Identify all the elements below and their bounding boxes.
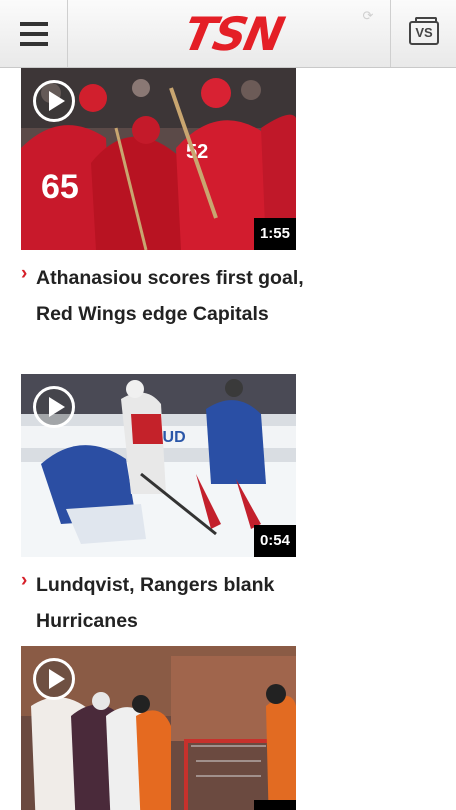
vs-icon: VS [409, 17, 439, 45]
headline-text: Athanasiou scores first goal, Red Wings … [36, 267, 304, 325]
video-duration: 0:54 [253, 525, 296, 557]
video-card[interactable]: 0:40 [21, 646, 296, 810]
menu-icon [20, 22, 48, 26]
video-duration: 0:40 [253, 800, 296, 810]
tsn-logo[interactable]: TSN [167, 7, 298, 61]
play-icon[interactable] [33, 386, 75, 428]
chevron-right-icon: › [21, 570, 28, 591]
logo-text: TSN [178, 7, 288, 61]
sync-icon: ⟳ [362, 8, 374, 23]
vs-label: VS [415, 25, 433, 40]
video-headline[interactable]: › Lundqvist, Rangers blank Hurricanes [21, 567, 301, 639]
top-bar: TSN ⟳ VS [0, 0, 456, 68]
vs-button[interactable]: VS [390, 0, 456, 67]
play-icon[interactable] [33, 658, 75, 700]
menu-button[interactable] [0, 0, 68, 67]
video-headline[interactable]: › Athanasiou scores first goal, Red Wing… [21, 260, 304, 368]
video-card[interactable]: BUD 0:54 [21, 374, 296, 557]
menu-icon [20, 42, 48, 46]
video-duration: 1:55 [253, 218, 296, 250]
video-card[interactable]: 65 52 1:55 [21, 68, 296, 250]
headline-text: Lundqvist, Rangers blank Hurricanes [36, 574, 275, 632]
svg-text:65: 65 [41, 168, 79, 206]
chevron-right-icon: › [21, 263, 28, 284]
play-icon[interactable] [33, 80, 75, 122]
menu-icon [20, 32, 48, 36]
